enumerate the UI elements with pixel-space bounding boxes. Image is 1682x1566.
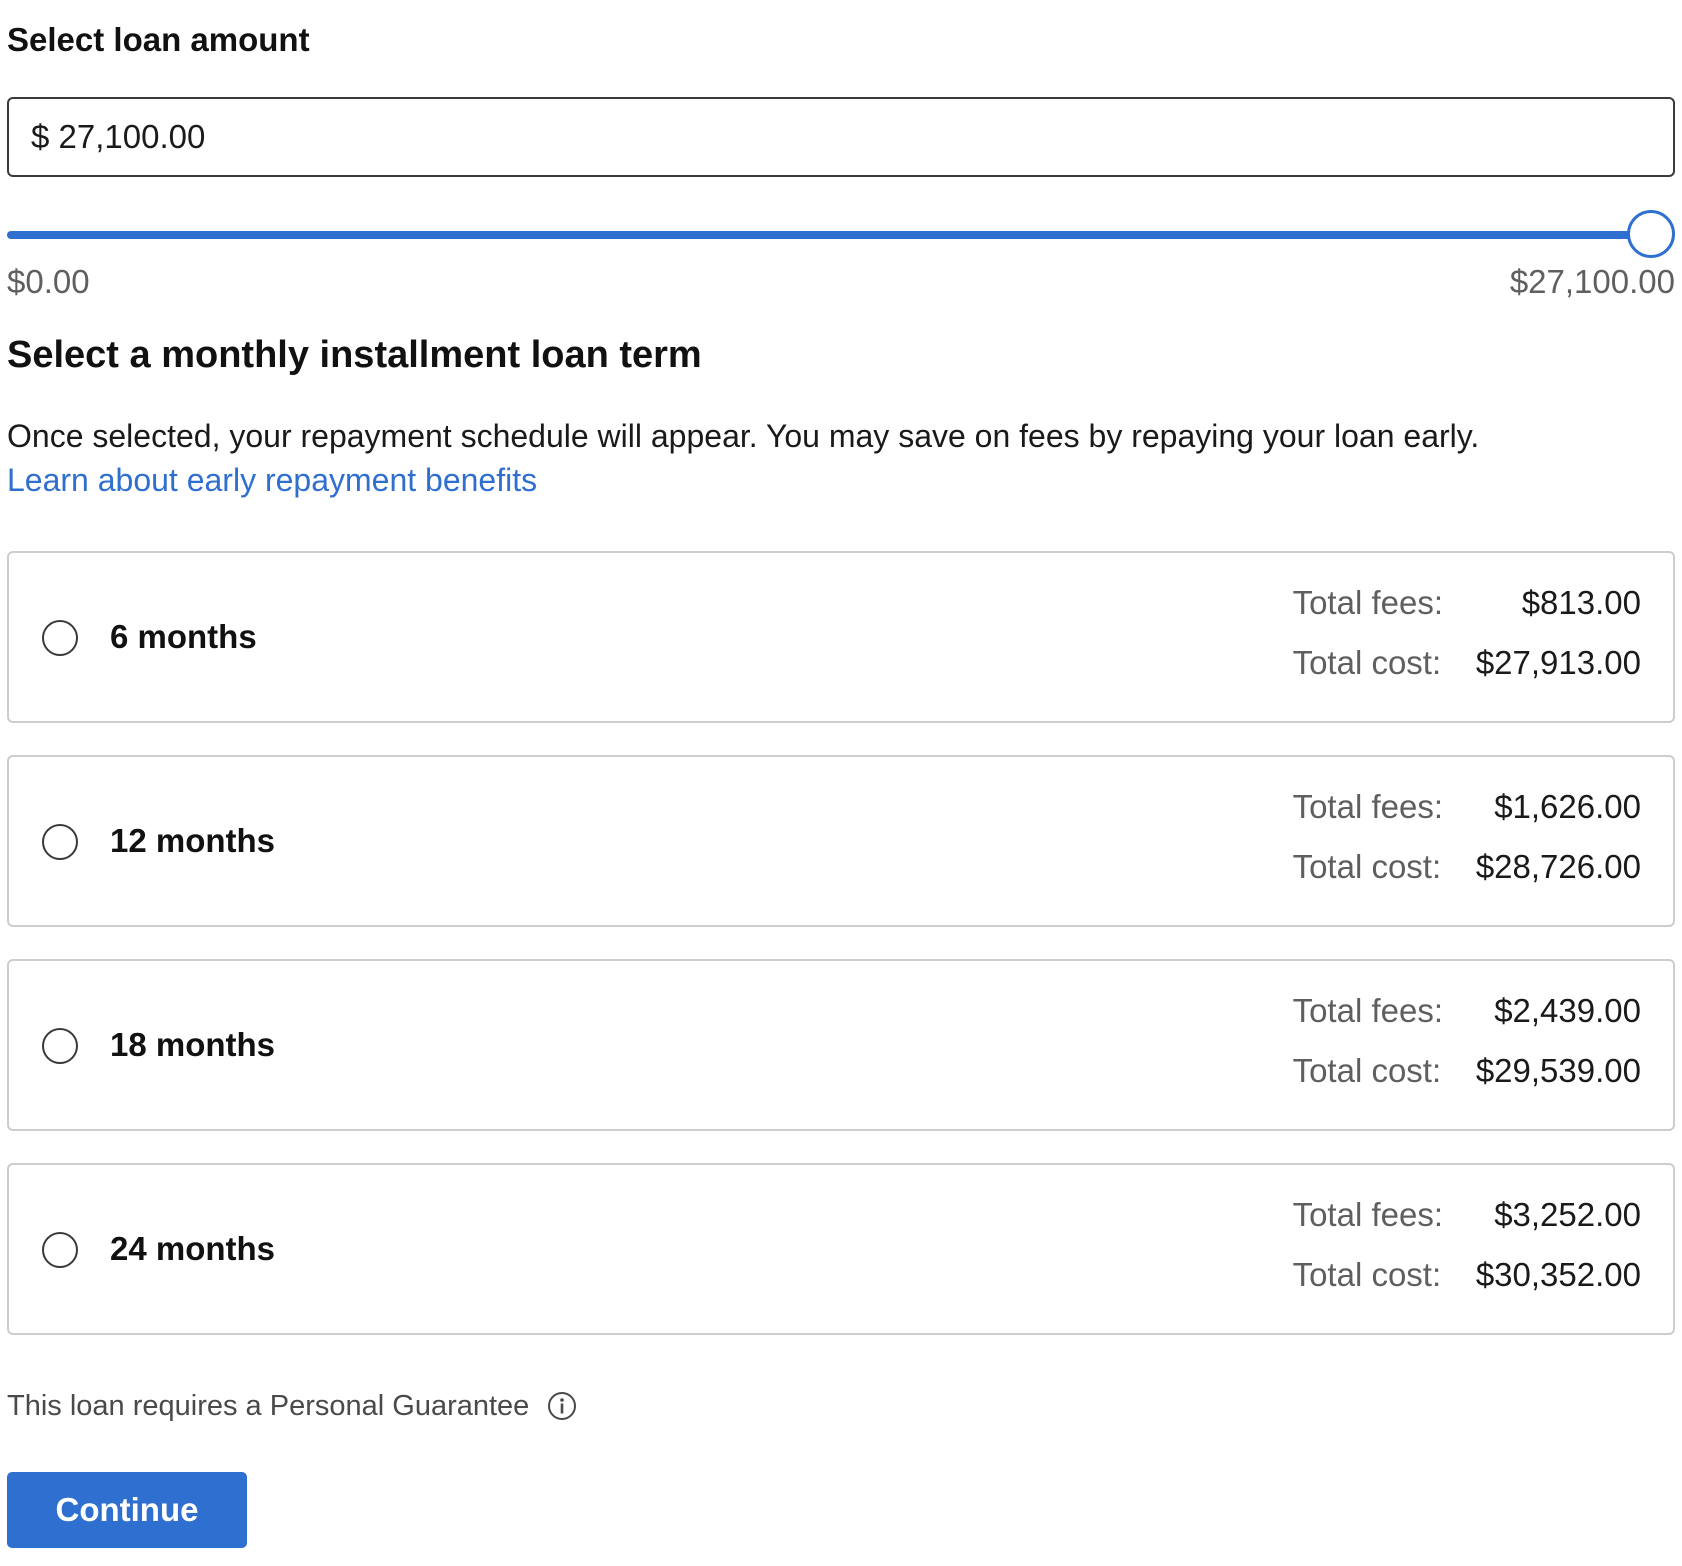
cost-value: $30,352.00	[1475, 1256, 1641, 1293]
fees-label: Total fees:	[1292, 584, 1443, 621]
cost-summary: Total fees: $2,439.00 Total cost: $29,53…	[1293, 991, 1641, 1091]
term-option-6-months[interactable]: 6 months Total fees: $813.00 Total cost:…	[7, 551, 1675, 723]
loan-term-description: Once selected, your repayment schedule w…	[7, 414, 1675, 502]
fees-value: $1,626.00	[1494, 788, 1641, 825]
radio-button[interactable]	[42, 620, 78, 656]
cost-label: Total cost:	[1292, 1052, 1442, 1089]
loan-amount-heading: Select loan amount	[7, 21, 310, 58]
early-repayment-link[interactable]: Learn about early repayment benefits	[7, 462, 537, 498]
term-option-12-months[interactable]: 12 months Total fees: $1,626.00 Total co…	[7, 755, 1675, 927]
term-options-list: 6 months Total fees: $813.00 Total cost:…	[7, 551, 1675, 1367]
slider-track[interactable]	[7, 231, 1651, 239]
radio-button[interactable]	[42, 824, 78, 860]
term-label: 18 months	[110, 1026, 276, 1063]
loan-amount-slider[interactable]	[7, 210, 1675, 260]
cost-label: Total cost:	[1292, 644, 1442, 681]
term-label: 6 months	[110, 618, 257, 655]
loan-term-heading: Select a monthly installment loan term	[7, 334, 702, 376]
fees-label: Total fees:	[1292, 992, 1443, 1029]
slider-min-label: $0.00	[7, 263, 90, 300]
cost-value: $29,539.00	[1475, 1052, 1641, 1089]
cost-value: $27,913.00	[1475, 644, 1641, 681]
cost-summary: Total fees: $3,252.00 Total cost: $30,35…	[1293, 1195, 1641, 1295]
cost-summary: Total fees: $1,626.00 Total cost: $28,72…	[1293, 787, 1641, 887]
cost-value: $28,726.00	[1475, 848, 1641, 885]
description-text: Once selected, your repayment schedule w…	[7, 418, 1480, 454]
radio-button[interactable]	[42, 1232, 78, 1268]
slider-max-label: $27,100.00	[1509, 263, 1675, 300]
fees-label: Total fees:	[1292, 788, 1443, 825]
continue-button[interactable]: Continue	[7, 1472, 247, 1548]
fees-value: $2,439.00	[1494, 992, 1641, 1029]
term-option-18-months[interactable]: 18 months Total fees: $2,439.00 Total co…	[7, 959, 1675, 1131]
slider-thumb[interactable]	[1627, 210, 1675, 258]
term-label: 12 months	[110, 822, 276, 859]
cost-label: Total cost:	[1292, 1256, 1442, 1293]
term-option-24-months[interactable]: 24 months Total fees: $3,252.00 Total co…	[7, 1163, 1675, 1335]
personal-guarantee-note: This loan requires a Personal Guarantee	[7, 1386, 577, 1426]
cost-label: Total cost:	[1292, 848, 1442, 885]
cost-summary: Total fees: $813.00 Total cost: $27,913.…	[1293, 583, 1641, 683]
fees-value: $3,252.00	[1494, 1196, 1641, 1233]
term-label: 24 months	[110, 1230, 276, 1267]
fees-value: $813.00	[1521, 584, 1641, 621]
fees-label: Total fees:	[1292, 1196, 1443, 1233]
loan-amount-input[interactable]: $ 27,100.00	[7, 97, 1675, 177]
info-icon[interactable]	[547, 1391, 577, 1421]
guarantee-text: This loan requires a Personal Guarantee	[7, 1390, 530, 1422]
radio-button[interactable]	[42, 1028, 78, 1064]
